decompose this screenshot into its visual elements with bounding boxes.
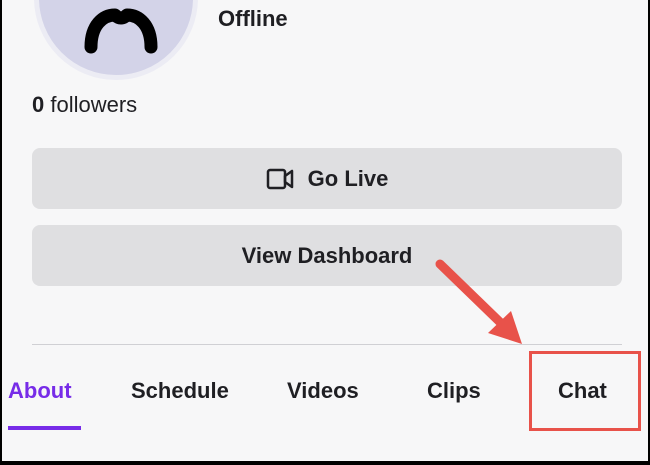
annotation-arrow xyxy=(435,259,522,344)
channel-panel: Offline 0 followers Go Live View Dashboa… xyxy=(0,0,650,463)
